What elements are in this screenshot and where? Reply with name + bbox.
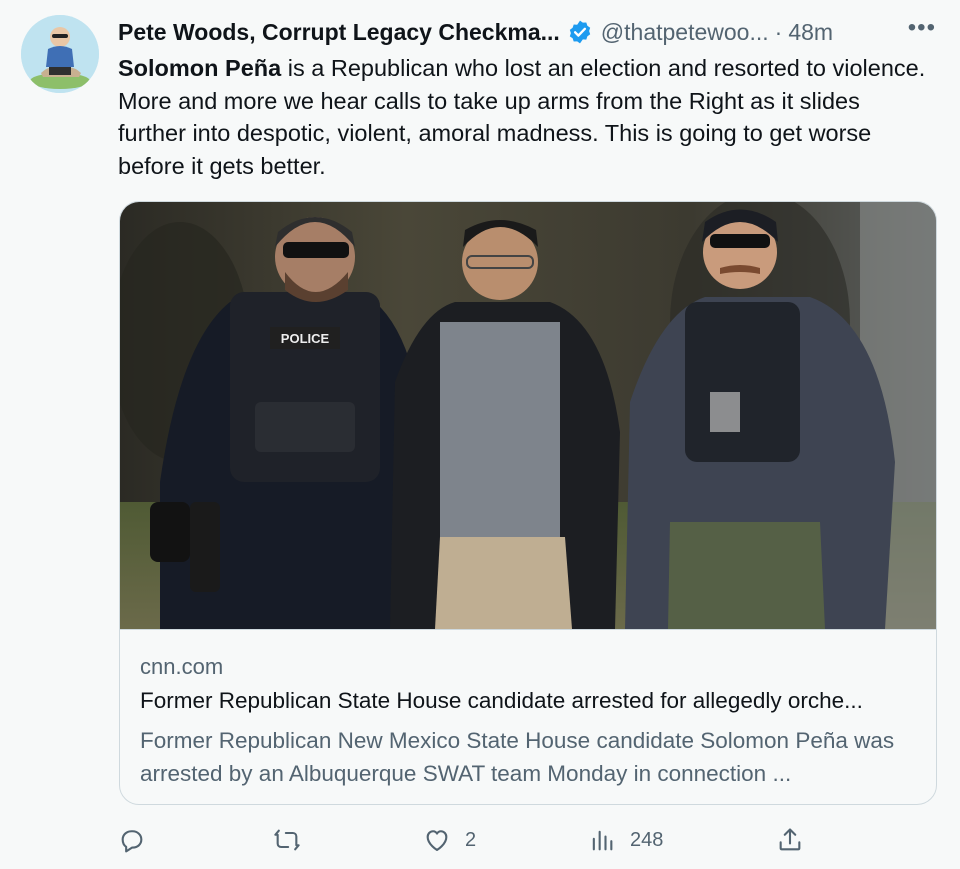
card-description: Former Republican New Mexico State House… (140, 728, 895, 786)
card-image[interactable]: POLICE (120, 202, 936, 629)
more-options-icon[interactable]: ••• (908, 14, 936, 42)
separator-dot: · (774, 18, 783, 45)
action-bar: 2 248 (118, 820, 818, 860)
views-count: 248 (630, 828, 664, 851)
avatar-image (21, 15, 99, 93)
user-handle[interactable]: @thatpetewoo... (601, 19, 769, 46)
views-icon (592, 830, 613, 851)
display-name[interactable]: Pete Woods, Corrupt Legacy Checkma... (118, 19, 560, 46)
avatar[interactable] (21, 15, 99, 93)
like-button[interactable]: 2 (423, 820, 476, 860)
tweet[interactable]: Pete Woods, Corrupt Legacy Checkma... @t… (0, 0, 960, 869)
share-icon (779, 828, 801, 851)
card-meta[interactable]: cnn.com Former Republican State House ca… (120, 629, 936, 804)
tweet-text: Solomon Peña is a Republican who lost an… (118, 52, 933, 182)
heart-icon (426, 830, 448, 851)
police-patch-text: POLICE (281, 331, 330, 346)
share-button[interactable] (776, 820, 804, 860)
tweet-header: Pete Woods, Corrupt Legacy Checkma... @t… (118, 14, 940, 50)
views-button[interactable]: 248 (588, 820, 663, 860)
reply-icon (121, 830, 143, 853)
like-count: 2 (465, 828, 477, 851)
retweet-button[interactable] (273, 820, 301, 860)
tweet-text-mention: Solomon Peña (118, 55, 282, 81)
card-title: Former Republican State House candidate … (140, 688, 863, 713)
verified-badge-icon[interactable] (567, 19, 593, 45)
link-card[interactable]: POLICE cnn.com Former Republican State H… (119, 201, 937, 805)
retweet-icon (274, 829, 300, 851)
card-domain: cnn.com (140, 654, 224, 679)
reply-button[interactable] (118, 820, 146, 860)
timestamp[interactable]: 48m (788, 19, 833, 46)
